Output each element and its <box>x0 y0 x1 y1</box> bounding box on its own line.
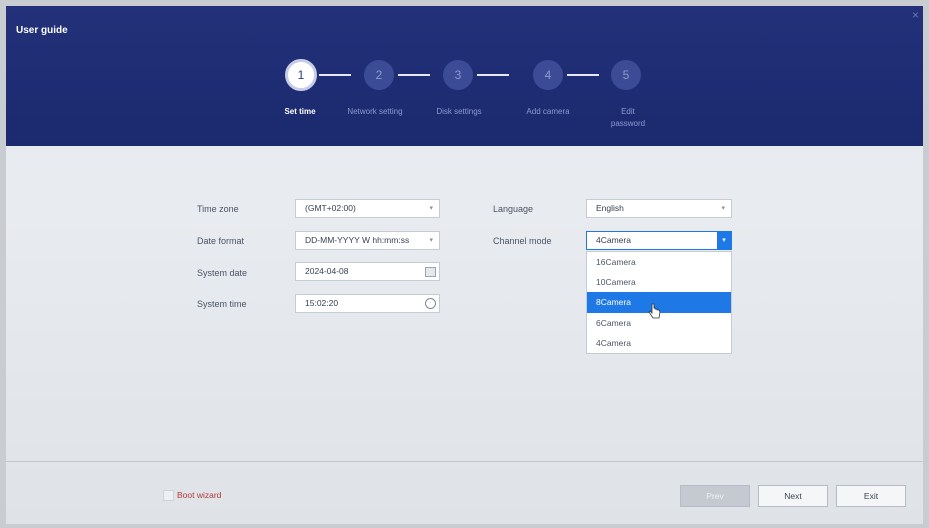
next-button[interactable]: Next <box>758 485 828 507</box>
step-connector <box>398 74 430 76</box>
chevron-down-icon: ▾ <box>429 205 433 212</box>
step-1-label: Set time <box>284 107 316 116</box>
system-date-value: 2024-04-08 <box>305 266 349 276</box>
checkbox-icon[interactable] <box>163 490 174 502</box>
calendar-icon[interactable] <box>425 267 436 277</box>
exit-button[interactable]: Exit <box>836 485 906 507</box>
boot-wizard-checkbox[interactable]: Boot wizard <box>163 490 222 502</box>
step-connector <box>567 74 599 76</box>
system-date-label: System date <box>197 268 248 278</box>
step-3-label: Disk settings <box>436 107 482 116</box>
boot-wizard-label: Boot wizard <box>177 490 222 500</box>
step-4-circle[interactable]: 4 <box>533 60 563 90</box>
language-select[interactable]: English ▾ <box>586 199 732 218</box>
wizard-header: User guide × 1 2 3 4 5 Set time Network … <box>6 6 923 146</box>
language-label: Language <box>493 204 534 214</box>
step-1-circle[interactable]: 1 <box>285 59 317 91</box>
date-format-label: Date format <box>197 236 245 246</box>
user-guide-window: User guide × 1 2 3 4 5 Set time Network … <box>6 6 923 524</box>
step-connector <box>477 74 509 76</box>
date-format-value: DD-MM-YYYY W hh:mm:ss <box>305 235 410 245</box>
step-3-circle[interactable]: 3 <box>443 60 473 90</box>
clock-icon[interactable]: · <box>425 298 436 309</box>
step-2-circle[interactable]: 2 <box>364 60 394 90</box>
language-value: English <box>596 203 624 213</box>
time-zone-select[interactable]: (GMT+02:00) ▾ <box>295 199 440 218</box>
system-time-label: System time <box>197 299 247 309</box>
system-date-field[interactable]: 2024-04-08 <box>295 262 440 281</box>
chevron-down-icon: ▾ <box>721 205 725 212</box>
channel-mode-select[interactable]: 4Camera ▾ <box>586 231 732 250</box>
step-2-label: Network setting <box>347 107 403 116</box>
time-zone-label: Time zone <box>197 204 239 214</box>
time-zone-value: (GMT+02:00) <box>305 203 356 213</box>
step-4-label: Add camera <box>526 107 570 116</box>
dropdown-option-10camera[interactable]: 10Camera <box>587 272 731 292</box>
channel-mode-value: 4Camera <box>596 235 631 245</box>
dropdown-option-4camera[interactable]: 4Camera <box>587 333 731 353</box>
step-connector <box>319 74 351 76</box>
date-format-select[interactable]: DD-MM-YYYY W hh:mm:ss ▾ <box>295 231 440 250</box>
step-5-label: Edit password <box>610 107 646 128</box>
system-time-value: 15:02:20 <box>305 298 339 308</box>
dropdown-option-16camera[interactable]: 16Camera <box>587 252 731 272</box>
system-time-field[interactable]: 15:02:20 · <box>295 294 440 313</box>
window-title: User guide <box>16 25 68 36</box>
prev-button[interactable]: Prev <box>680 485 750 507</box>
chevron-down-icon[interactable]: ▾ <box>717 232 731 249</box>
close-icon[interactable]: × <box>912 8 919 22</box>
chevron-down-icon: ▾ <box>429 237 433 244</box>
hand-cursor-icon <box>648 303 661 319</box>
footer-divider <box>6 461 923 462</box>
step-5-circle[interactable]: 5 <box>611 60 641 90</box>
channel-mode-label: Channel mode <box>493 236 552 246</box>
